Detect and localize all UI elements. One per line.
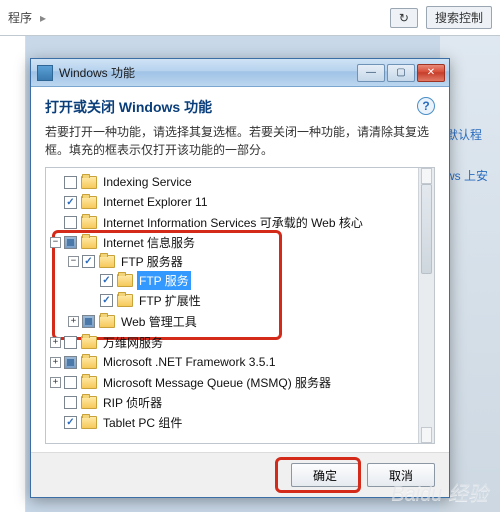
tree-label[interactable]: Internet Information Services 可承载的 Web 核… xyxy=(101,213,365,232)
dialog-heading: 打开或关闭 Windows 功能 xyxy=(45,97,212,117)
tree-label[interactable]: Microsoft Message Queue (MSMQ) 服务器 xyxy=(101,373,333,392)
tree-label-selected[interactable]: FTP 服务 xyxy=(137,271,191,290)
refresh-button[interactable]: ↻ xyxy=(390,8,418,28)
folder-icon xyxy=(81,196,97,209)
side-link[interactable]: ws 上安 xyxy=(446,167,494,184)
tree-label[interactable]: FTP 服务器 xyxy=(119,252,185,271)
folder-icon xyxy=(81,376,97,389)
breadcrumb-segment[interactable]: 程序 xyxy=(8,9,32,26)
checkbox[interactable] xyxy=(64,376,77,389)
expander-collapse[interactable]: − xyxy=(68,256,79,267)
checkbox[interactable] xyxy=(82,255,95,268)
checkbox[interactable] xyxy=(64,396,77,409)
checkbox[interactable] xyxy=(64,416,77,429)
folder-icon xyxy=(81,236,97,249)
expander-expand[interactable]: + xyxy=(50,337,61,348)
expander-collapse[interactable]: − xyxy=(50,237,61,248)
tree-label[interactable]: Microsoft .NET Framework 3.5.1 xyxy=(101,354,278,370)
features-tree-container: Indexing Service Internet Explorer 11 In… xyxy=(45,167,435,444)
folder-icon xyxy=(81,416,97,429)
dialog-description: 若要打开一种功能，请选择其复选框。若要关闭一种功能，请清除其复选框。填充的框表示… xyxy=(31,123,449,159)
close-button[interactable]: ✕ xyxy=(417,64,445,82)
expander-none xyxy=(50,217,61,228)
tree-label[interactable]: Internet 信息服务 xyxy=(101,233,197,252)
maximize-button[interactable]: ▢ xyxy=(387,64,415,82)
titlebar[interactable]: Windows 功能 — ▢ ✕ xyxy=(31,59,449,87)
search-panel-button[interactable]: 搜索控制 xyxy=(426,6,492,29)
folder-icon xyxy=(81,356,97,369)
features-tree[interactable]: Indexing Service Internet Explorer 11 In… xyxy=(46,168,418,443)
side-link[interactable]: 默认程 xyxy=(446,126,494,143)
tree-label[interactable]: Internet Explorer 11 xyxy=(101,194,210,210)
checkbox-partial[interactable] xyxy=(64,236,77,249)
tree-label[interactable]: FTP 扩展性 xyxy=(137,291,203,310)
expander-none xyxy=(50,417,61,428)
folder-icon xyxy=(81,396,97,409)
expander-none xyxy=(50,197,61,208)
help-icon[interactable]: ? xyxy=(417,97,435,115)
checkbox[interactable] xyxy=(64,196,77,209)
expander-expand[interactable]: + xyxy=(50,357,61,368)
folder-icon xyxy=(117,274,133,287)
expander-expand[interactable]: + xyxy=(68,316,79,327)
minimize-button[interactable]: — xyxy=(357,64,385,82)
vertical-scrollbar[interactable] xyxy=(418,168,434,443)
tree-label[interactable]: Web 管理工具 xyxy=(119,312,199,331)
checkbox[interactable] xyxy=(64,176,77,189)
expander-none xyxy=(86,295,97,306)
background-toolbar: 程序 ▸ ↻ 搜索控制 xyxy=(0,0,500,36)
windows-features-dialog: Windows 功能 — ▢ ✕ 打开或关闭 Windows 功能 ? 若要打开… xyxy=(30,58,450,498)
checkbox[interactable] xyxy=(100,294,113,307)
tree-label[interactable]: Tablet PC 组件 xyxy=(101,413,184,432)
folder-icon xyxy=(99,315,115,328)
checkbox-partial[interactable] xyxy=(82,315,95,328)
ok-button[interactable]: 确定 xyxy=(291,463,359,487)
watermark: Baidu 经验 xyxy=(391,477,488,506)
checkbox[interactable] xyxy=(100,274,113,287)
folder-icon xyxy=(117,294,133,307)
background-left-pane xyxy=(0,36,26,512)
app-icon xyxy=(37,65,53,81)
folder-icon xyxy=(81,216,97,229)
expander-none xyxy=(50,397,61,408)
tree-label[interactable]: RIP 侦听器 xyxy=(101,393,164,412)
checkbox[interactable] xyxy=(64,216,77,229)
folder-icon xyxy=(81,336,97,349)
chevron-right-icon: ▸ xyxy=(40,11,46,25)
expander-none xyxy=(50,177,61,188)
dialog-button-row: 确定 取消 xyxy=(31,452,449,497)
tree-label[interactable]: 万维网服务 xyxy=(101,333,165,352)
tree-label[interactable]: Indexing Service xyxy=(101,174,194,190)
scrollbar-thumb[interactable] xyxy=(421,184,432,274)
checkbox-partial[interactable] xyxy=(64,356,77,369)
expander-none xyxy=(86,275,97,286)
folder-icon xyxy=(81,176,97,189)
folder-icon xyxy=(99,255,115,268)
expander-expand[interactable]: + xyxy=(50,377,61,388)
window-title: Windows 功能 xyxy=(59,64,135,81)
checkbox[interactable] xyxy=(64,336,77,349)
